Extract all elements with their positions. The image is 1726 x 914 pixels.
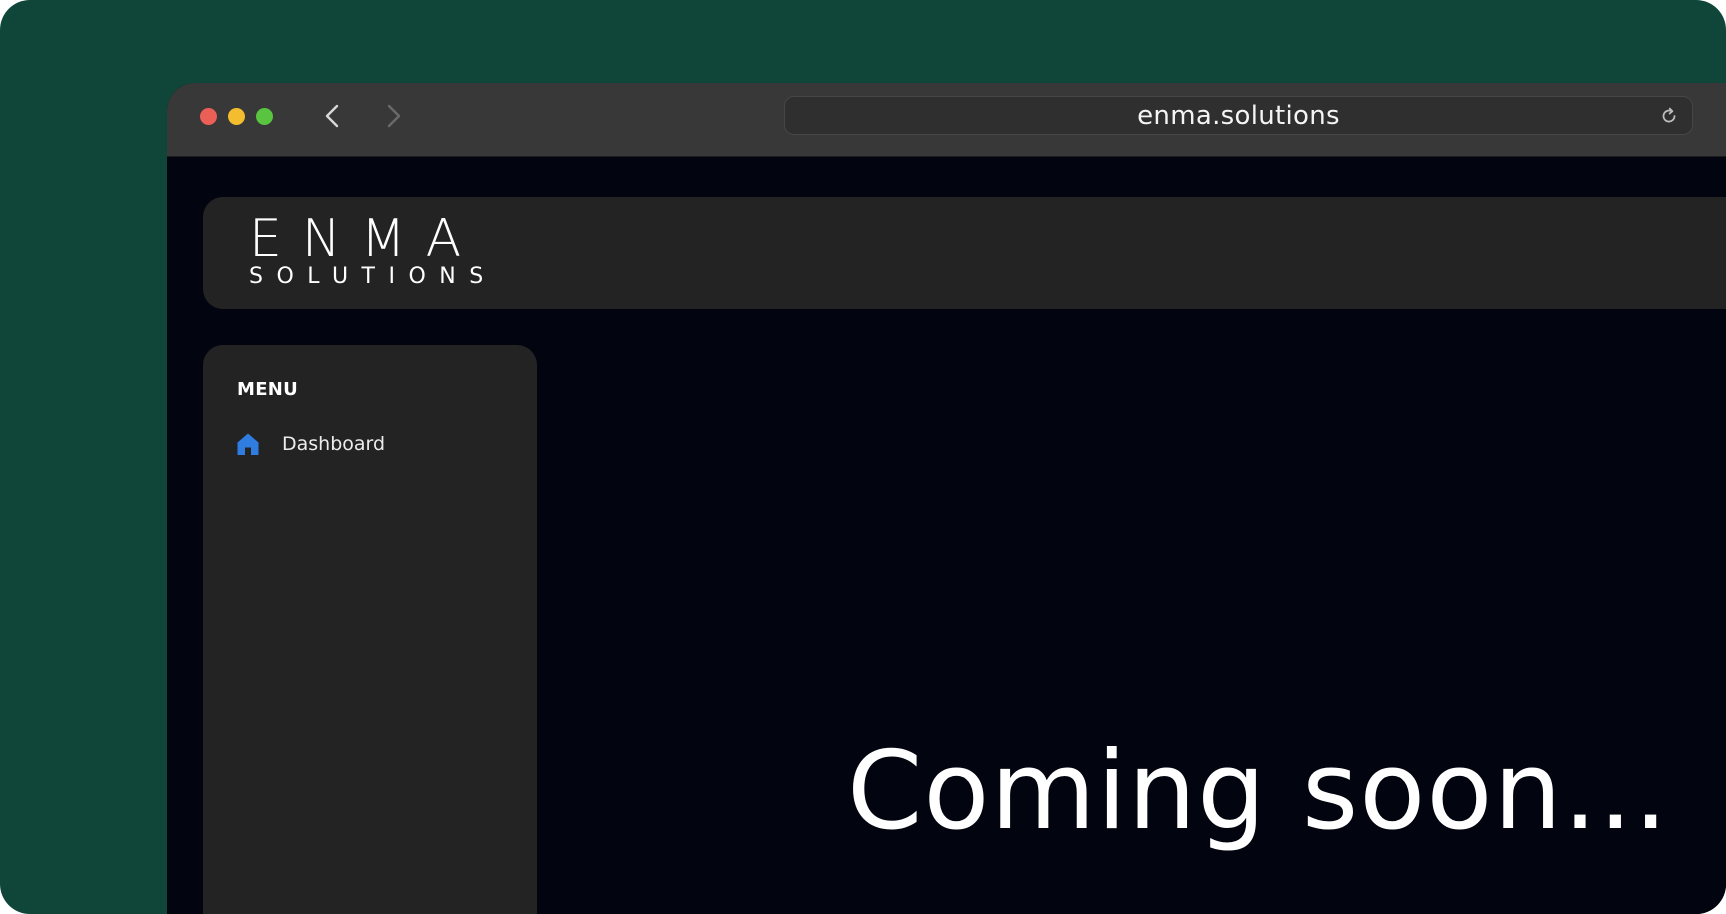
url-text: enma.solutions bbox=[1137, 100, 1340, 131]
sidebar-item-dashboard[interactable]: Dashboard bbox=[235, 429, 385, 459]
enma-solutions-logo[interactable]: ENMA SOLUTIONS bbox=[249, 213, 519, 291]
reload-icon[interactable] bbox=[1659, 106, 1679, 126]
menu-title: MENU bbox=[237, 379, 299, 400]
back-button[interactable] bbox=[317, 101, 347, 131]
minimize-window-button[interactable] bbox=[228, 108, 245, 125]
browser-window: enma.solutions ENMA SOLUTIONS MENU Dashb… bbox=[167, 83, 1726, 914]
logo-wordmark: ENMA bbox=[249, 209, 482, 269]
site-header: ENMA SOLUTIONS bbox=[203, 197, 1726, 309]
address-bar[interactable]: enma.solutions bbox=[784, 96, 1693, 135]
chevron-left-icon bbox=[324, 103, 340, 129]
close-window-button[interactable] bbox=[200, 108, 217, 125]
logo-subtitle: SOLUTIONS bbox=[249, 264, 497, 289]
sidebar-item-label: Dashboard bbox=[282, 433, 386, 455]
forward-button[interactable] bbox=[379, 101, 409, 131]
chevron-right-icon bbox=[386, 103, 402, 129]
coming-soon-message: Coming soon... bbox=[847, 729, 1669, 854]
maximize-window-button[interactable] bbox=[256, 108, 273, 125]
browser-titlebar: enma.solutions bbox=[167, 83, 1726, 157]
page-content: ENMA SOLUTIONS MENU Dashboard Coming soo… bbox=[167, 157, 1726, 914]
outer-frame: enma.solutions ENMA SOLUTIONS MENU Dashb… bbox=[0, 0, 1726, 914]
sidebar: MENU Dashboard bbox=[203, 345, 537, 914]
home-icon bbox=[235, 431, 261, 457]
